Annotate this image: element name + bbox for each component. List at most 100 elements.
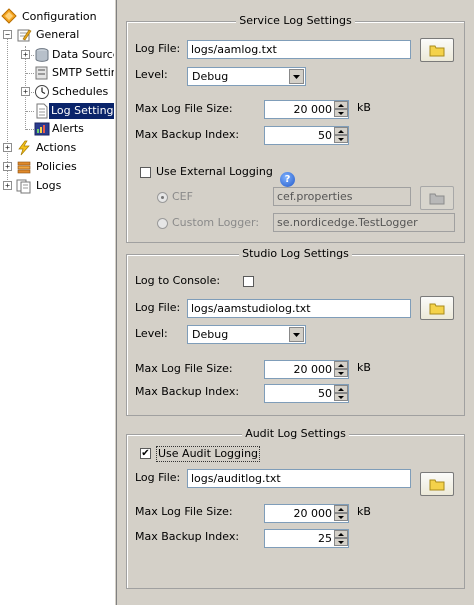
- spinner-up-icon[interactable]: [334, 505, 348, 513]
- level-label: Level:: [135, 68, 168, 81]
- policies-icon: [17, 161, 31, 174]
- lightning-icon: [18, 140, 30, 156]
- mail-server-icon: [35, 66, 48, 80]
- help-icon[interactable]: ?: [280, 172, 295, 187]
- folder-icon: [429, 303, 445, 314]
- group-title: Studio Log Settings: [239, 247, 352, 260]
- cef-label: CEF: [172, 190, 193, 203]
- tree-line: [26, 73, 34, 74]
- spinner-down-icon[interactable]: [334, 513, 348, 521]
- max-backup-index-label: Max Backup Index:: [135, 385, 240, 398]
- max-log-size-spinner[interactable]: 20 000: [264, 504, 349, 523]
- clock-icon: [35, 85, 49, 99]
- custom-logger-radio[interactable]: [157, 218, 168, 229]
- tree-label: Alerts: [52, 122, 84, 135]
- max-log-size-label: Max Log File Size:: [135, 362, 233, 375]
- max-log-size-spinner[interactable]: 20 000: [264, 100, 349, 119]
- expand-icon[interactable]: +: [3, 143, 12, 152]
- folder-icon: [429, 45, 445, 56]
- spinner-value: 50: [318, 129, 332, 142]
- spinner-down-icon[interactable]: [334, 135, 348, 143]
- folder-icon: [429, 193, 445, 204]
- use-audit-logging-label: Use Audit Logging: [156, 446, 261, 462]
- collapse-icon[interactable]: −: [3, 30, 12, 39]
- tree-label: Configuration: [22, 10, 97, 23]
- expand-icon[interactable]: +: [3, 181, 12, 190]
- max-log-size-label: Max Log File Size:: [135, 505, 233, 518]
- logs-icon: [16, 179, 31, 194]
- expand-icon[interactable]: +: [3, 162, 12, 171]
- settings-panel: Service Log Settings Log File: logs/aaml…: [116, 0, 474, 605]
- tree-label: Log Settings: [49, 103, 122, 119]
- tree-label: Logs: [36, 179, 62, 192]
- spinner-up-icon[interactable]: [334, 127, 348, 135]
- size-unit: kB: [357, 101, 371, 114]
- custom-logger-input[interactable]: se.nordicedge.TestLogger: [273, 213, 455, 232]
- level-label: Level:: [135, 327, 168, 340]
- spinner-value: 20 000: [293, 103, 333, 116]
- use-external-logging-label: Use External Logging: [156, 165, 273, 178]
- max-backup-index-spinner[interactable]: 50: [264, 384, 349, 403]
- max-backup-index-label: Max Backup Index:: [135, 530, 240, 543]
- log-document-icon: [36, 103, 48, 119]
- custom-logger-label: Custom Logger:: [172, 216, 260, 229]
- use-external-logging-checkbox[interactable]: [140, 167, 151, 178]
- tree-line: [26, 111, 34, 112]
- log-file-input[interactable]: logs/aamstudiolog.txt: [187, 299, 411, 318]
- spinner-up-icon[interactable]: [334, 101, 348, 109]
- browse-cef-button[interactable]: [420, 186, 454, 210]
- expand-icon[interactable]: +: [21, 50, 30, 59]
- tree-label: Schedules: [52, 85, 109, 98]
- spinner-up-icon[interactable]: [334, 361, 348, 369]
- level-select[interactable]: Debug: [187, 67, 306, 86]
- studio-log-settings-group: Studio Log Settings Log to Console: Log …: [126, 247, 465, 416]
- log-file-label: Log File:: [135, 42, 181, 55]
- level-select[interactable]: Debug: [187, 325, 306, 344]
- database-icon: [35, 48, 49, 62]
- group-title: Service Log Settings: [236, 14, 355, 27]
- spinner-value: 20 000: [293, 507, 333, 520]
- chevron-down-icon[interactable]: [289, 69, 304, 84]
- spinner-value: 20 000: [293, 363, 333, 376]
- spinner-down-icon[interactable]: [334, 369, 348, 377]
- configuration-icon: [1, 8, 17, 24]
- browse-log-file-button[interactable]: [420, 38, 454, 62]
- spinner-up-icon[interactable]: [334, 385, 348, 393]
- tree-label: General: [36, 28, 80, 41]
- spinner-down-icon[interactable]: [334, 538, 348, 546]
- level-selected-value: Debug: [192, 328, 229, 341]
- browse-log-file-button[interactable]: [420, 296, 454, 320]
- size-unit: kB: [357, 505, 371, 518]
- folder-icon: [429, 479, 445, 490]
- spinner-up-icon[interactable]: [334, 530, 348, 538]
- chevron-down-icon[interactable]: [289, 327, 304, 342]
- cef-properties-input[interactable]: cef.properties: [273, 187, 411, 206]
- spinner-down-icon[interactable]: [334, 109, 348, 117]
- tree-label: Actions: [36, 141, 77, 154]
- navigation-tree: Configuration − General + Data Sources S…: [0, 0, 130, 605]
- max-backup-index-label: Max Backup Index:: [135, 128, 240, 141]
- expand-icon[interactable]: +: [21, 87, 30, 96]
- level-selected-value: Debug: [192, 70, 229, 83]
- browse-log-file-button[interactable]: [420, 472, 454, 496]
- general-settings-icon: [17, 29, 32, 42]
- log-to-console-checkbox[interactable]: [243, 276, 254, 287]
- alerts-icon: [34, 122, 50, 136]
- log-file-input[interactable]: logs/aamlog.txt: [187, 40, 411, 59]
- log-file-input[interactable]: logs/auditlog.txt: [187, 469, 411, 488]
- log-to-console-label: Log to Console:: [135, 274, 221, 287]
- spinner-value: 50: [318, 387, 332, 400]
- tree-label: Policies: [36, 160, 77, 173]
- spinner-down-icon[interactable]: [334, 393, 348, 401]
- log-file-label: Log File:: [135, 301, 181, 314]
- max-backup-index-spinner[interactable]: 50: [264, 126, 349, 145]
- audit-log-settings-group: Audit Log Settings ✔ Use Audit Logging L…: [126, 427, 465, 589]
- max-log-size-spinner[interactable]: 20 000: [264, 360, 349, 379]
- spinner-value: 25: [318, 532, 332, 545]
- tree-line: [26, 129, 34, 130]
- use-audit-logging-checkbox[interactable]: ✔: [140, 448, 151, 459]
- log-file-label: Log File:: [135, 471, 181, 484]
- max-log-size-label: Max Log File Size:: [135, 102, 233, 115]
- cef-radio[interactable]: [157, 192, 168, 203]
- max-backup-index-spinner[interactable]: 25: [264, 529, 349, 548]
